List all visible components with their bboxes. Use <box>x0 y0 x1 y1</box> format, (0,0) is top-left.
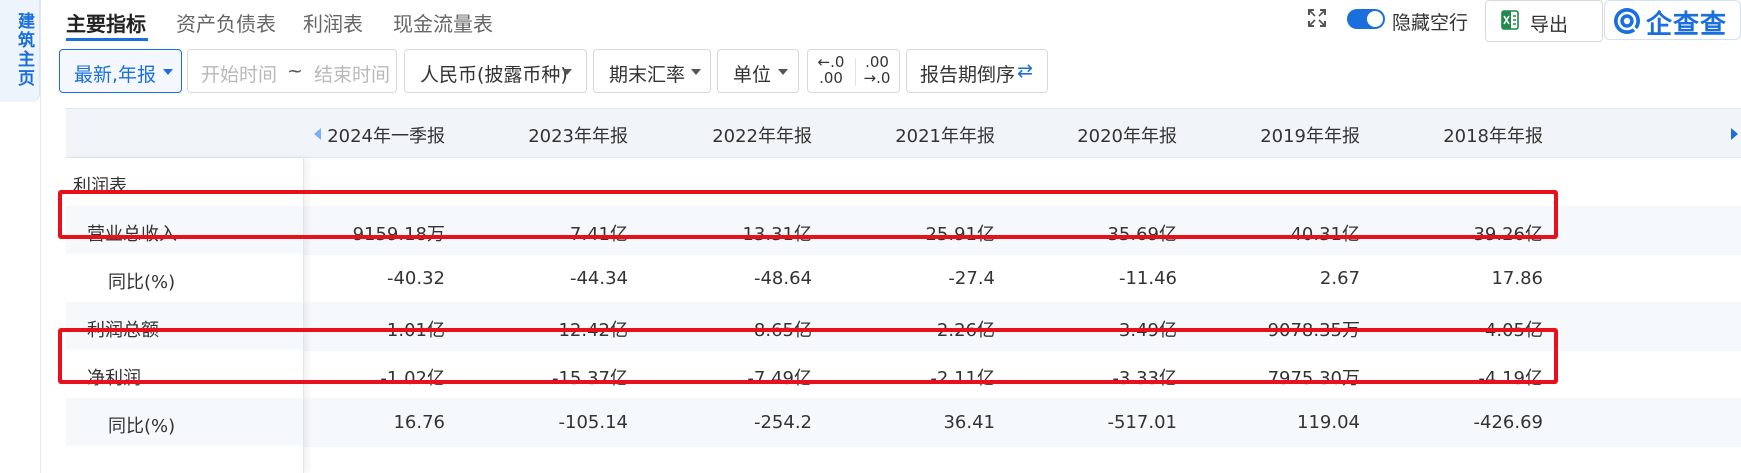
table-cell: -517.01 <box>1107 412 1177 433</box>
table-cell: -426.69 <box>1473 412 1543 433</box>
qichacha-logo-icon <box>1614 8 1640 34</box>
decrease-decimal-bottom: .00 <box>819 69 843 87</box>
hide-empty-rows-label: 隐藏空行 <box>1392 12 1469 34</box>
decrease-decimal-button[interactable]: ←.0 .00 <box>814 54 848 86</box>
chevron-down-icon <box>163 69 173 75</box>
table-cell: 36.41 <box>943 412 995 433</box>
column-header: 2023年年报 <box>528 126 628 147</box>
increase-decimal-button[interactable]: .00 →.0 <box>860 54 894 86</box>
table-cell: -40.32 <box>386 268 445 289</box>
building-homepage-tab[interactable]: 建筑主页 <box>0 0 40 102</box>
column-header: 2024年一季报 <box>327 126 445 147</box>
exchange-rate-select[interactable]: 期末汇率 <box>593 49 711 93</box>
increase-decimal-bottom: →.0 <box>863 69 891 87</box>
chevron-down-icon <box>562 69 572 75</box>
start-date-input[interactable]: 开始时间 <box>201 60 277 87</box>
decrease-decimal-top: ←.0 <box>817 53 845 71</box>
decimal-adjust-group: ←.0 .00 .00 →.0 <box>807 49 900 93</box>
table-header: 2024年一季报 2023年年报 2022年年报 2021年年报 2020年年报 2019… <box>66 108 1741 158</box>
date-range-picker[interactable]: 开始时间 ~ 结束时间 <box>187 49 397 93</box>
period-select[interactable]: 最新,年报 <box>59 49 182 93</box>
exchange-rate-value: 期末汇率 <box>609 64 686 86</box>
scroll-left-icon[interactable] <box>314 128 321 140</box>
table-cell: -48.64 <box>753 268 812 289</box>
column-header: 2022年年报 <box>712 126 812 147</box>
unit-select-value: 单位 <box>733 64 772 86</box>
financial-table: 2024年一季报 2023年年报 2022年年报 2021年年报 2020年年报 2019… <box>66 108 1741 473</box>
tab-income-statement[interactable]: 利润表 <box>303 8 363 37</box>
column-header: 2019年年报 <box>1260 126 1360 147</box>
side-divider <box>40 0 41 473</box>
currency-select-value: 人民币(披露币种) <box>420 64 568 86</box>
chevron-down-icon <box>691 69 701 75</box>
decimal-divider <box>855 58 856 86</box>
table-cell: 2.67 <box>1319 268 1360 289</box>
increase-decimal-top: .00 <box>865 53 889 71</box>
brand-name: 企查查 <box>1646 10 1728 40</box>
sort-order-label: 报告期倒序 <box>920 64 1016 86</box>
scroll-right-icon[interactable] <box>1731 128 1738 140</box>
table-row: 16.76 -105.14 -254.2 36.41 -517.01 119.04 -426… <box>66 398 1741 447</box>
financial-indicators-page: 建筑主页 主要指标 资产负债表 利润表 现金流量表 隐藏空行 导出 企查查 最新… <box>0 0 1741 473</box>
table-cell: -11.46 <box>1118 268 1177 289</box>
export-label: 导出 <box>1530 14 1569 36</box>
excel-icon <box>1501 10 1519 30</box>
table-cell: -105.14 <box>558 412 628 433</box>
table-cell: 119.04 <box>1297 412 1360 433</box>
sort-order-button[interactable]: 报告期倒序 ⇄ <box>906 49 1048 93</box>
table-row: -40.32 -44.34 -48.64 -27.4 -11.46 2.67 17.86 <box>66 254 1741 303</box>
column-header: 2020年年报 <box>1077 126 1177 147</box>
table-cell: 16.76 <box>393 412 445 433</box>
table-cell: -27.4 <box>948 268 995 289</box>
row-label: 同比(%) <box>108 416 176 437</box>
qichacha-brand: 企查查 <box>1604 0 1741 40</box>
currency-select[interactable]: 人民币(披露币种) <box>404 49 587 93</box>
table-cell: 17.86 <box>1491 268 1543 289</box>
fullscreen-icon[interactable] <box>1308 9 1326 27</box>
tab-main-indicators[interactable]: 主要指标 <box>66 8 146 37</box>
column-header: 2018年年报 <box>1443 126 1543 147</box>
unit-select[interactable]: 单位 <box>717 49 799 93</box>
highlight-box-revenue <box>58 190 1558 239</box>
active-tab-indicator <box>66 38 148 41</box>
highlight-box-net-profit <box>58 328 1558 384</box>
tab-cash-flow[interactable]: 现金流量表 <box>393 8 493 37</box>
table-cell: -254.2 <box>753 412 812 433</box>
export-button[interactable]: 导出 <box>1485 0 1603 42</box>
toggle-knob <box>1367 11 1383 27</box>
tab-balance-sheet[interactable]: 资产负债表 <box>176 8 276 37</box>
end-date-input[interactable]: 结束时间 <box>314 60 390 87</box>
row-label: 同比(%) <box>108 272 176 293</box>
table-cell: -44.34 <box>569 268 628 289</box>
column-header: 2021年年报 <box>895 126 995 147</box>
hide-empty-rows-toggle[interactable] <box>1347 9 1385 29</box>
chevron-down-icon <box>778 69 788 75</box>
date-range-separator: ~ <box>287 60 303 82</box>
period-select-value: 最新,年报 <box>74 64 157 86</box>
swap-icon: ⇄ <box>1017 60 1033 82</box>
building-homepage-label: 建筑主页 <box>14 12 34 88</box>
